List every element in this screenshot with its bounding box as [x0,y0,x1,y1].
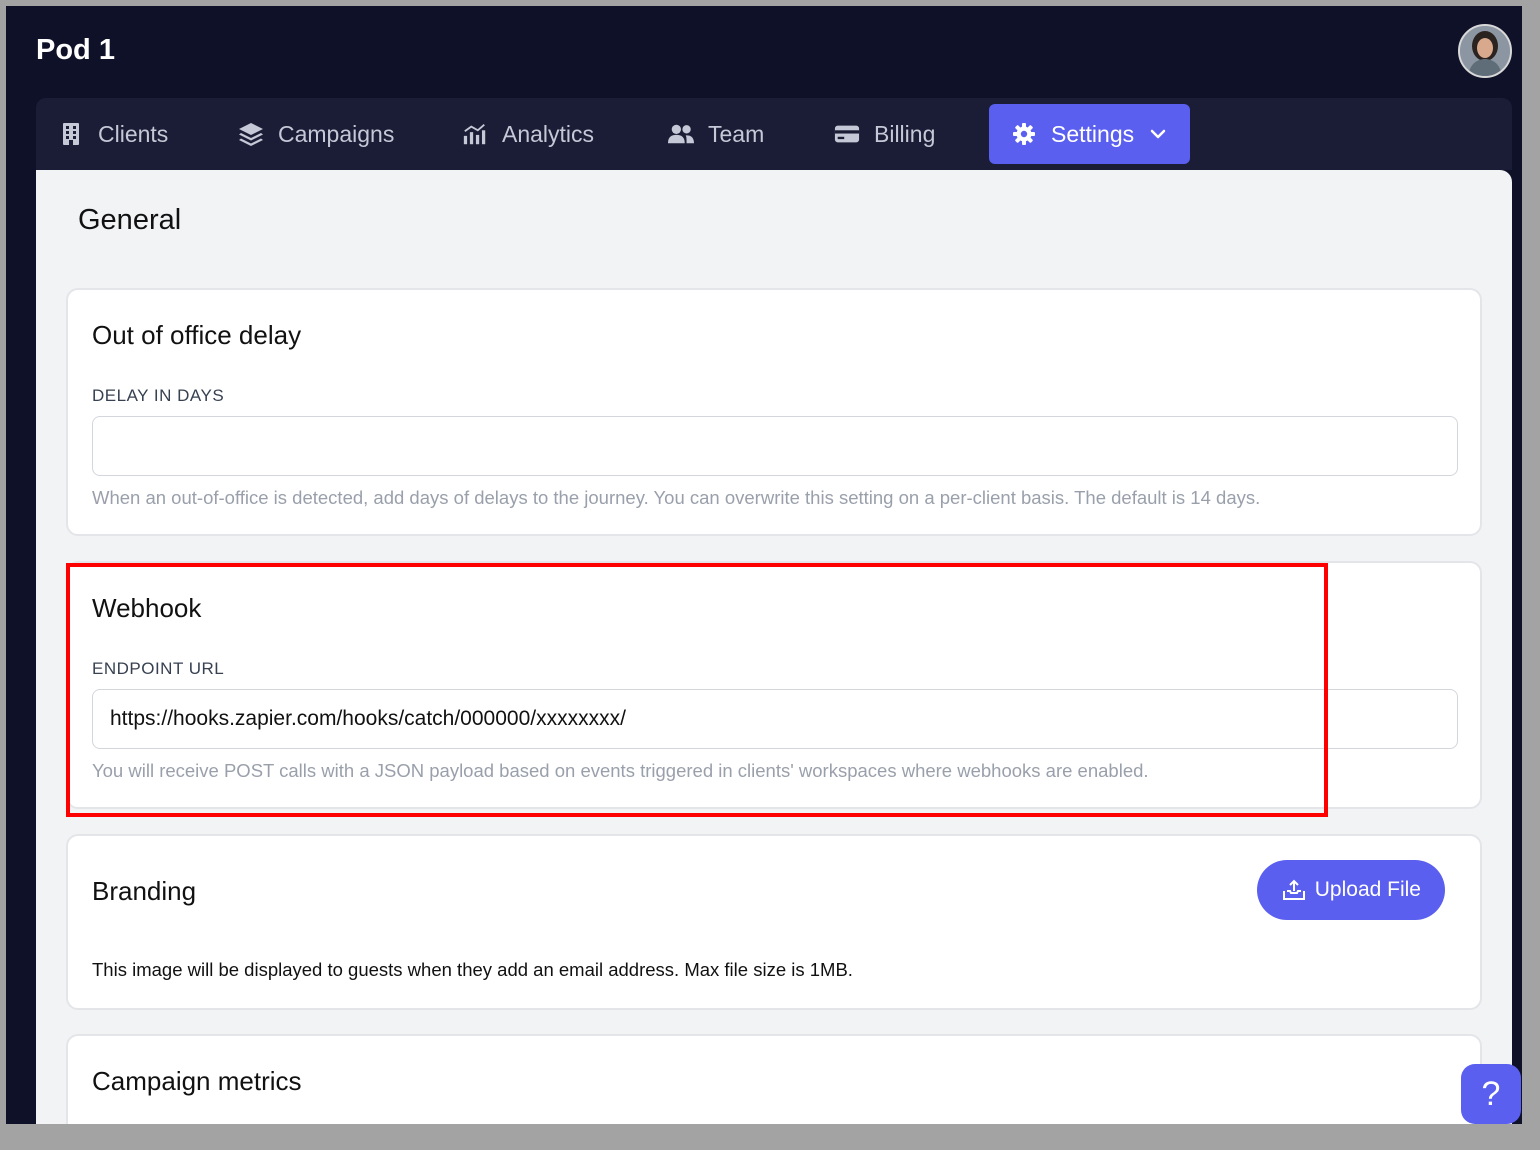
out-of-office-card: Out of office delay DELAY IN DAYS When a… [66,288,1482,536]
nav-campaigns-label: Campaigns [278,120,395,147]
out-of-office-help: When an out-of-office is detected, add d… [92,487,1261,508]
nav-team[interactable]: Team [668,104,764,164]
nav-team-label: Team [708,120,765,147]
branding-description: This image will be displayed to guests w… [92,959,853,980]
delay-in-days-input[interactable] [92,416,1458,476]
nav-campaigns[interactable]: Campaigns [238,104,394,164]
branding-card: Branding Upload File This image will be … [66,834,1482,1010]
campaign-metrics-title: Campaign metrics [92,1066,302,1096]
nav-analytics[interactable]: Analytics [462,104,594,164]
nav-billing-label: Billing [874,120,936,147]
nav-settings[interactable]: Settings [989,104,1191,164]
endpoint-url-input[interactable] [92,689,1458,749]
building-icon [58,121,84,147]
upload-file-button[interactable]: Upload File [1256,860,1445,920]
out-of-office-title: Out of office delay [92,320,302,350]
nav-clients[interactable]: Clients [58,104,168,164]
help-button[interactable]: ? [1461,1064,1521,1124]
nav-clients-label: Clients [98,120,169,147]
webhook-card: Webhook ENDPOINT URL You will receive PO… [66,561,1482,809]
avatar-image [1460,26,1510,76]
layers-icon [238,121,264,147]
nav-analytics-label: Analytics [502,120,595,147]
endpoint-url-label: ENDPOINT URL [92,659,225,678]
bar-chart-icon [462,121,488,147]
chevron-down-icon [1148,121,1168,147]
branding-title: Branding [92,876,197,906]
app-window: Pod 1 Clients Campaigns Analytics Team B… [6,6,1522,1124]
webhook-title: Webhook [92,593,202,623]
upload-icon [1281,879,1307,901]
campaign-metrics-card: Campaign metrics [66,1034,1482,1124]
credit-card-icon [834,121,860,147]
nav-settings-label: Settings [1051,120,1135,147]
app-title: Pod 1 [36,34,115,66]
upload-file-label: Upload File [1314,878,1421,901]
main-navigation: Clients Campaigns Analytics Team Billing… [36,98,1512,170]
users-icon [668,121,694,147]
webhook-help: You will receive POST calls with a JSON … [92,760,1149,781]
help-icon: ? [1481,1074,1501,1113]
page-title: General [78,204,182,236]
avatar[interactable] [1458,24,1512,78]
nav-billing[interactable]: Billing [834,104,935,164]
delay-in-days-label: DELAY IN DAYS [92,386,225,405]
gear-icon [1011,121,1037,147]
settings-content: General Out of office delay DELAY IN DAY… [36,170,1512,1124]
